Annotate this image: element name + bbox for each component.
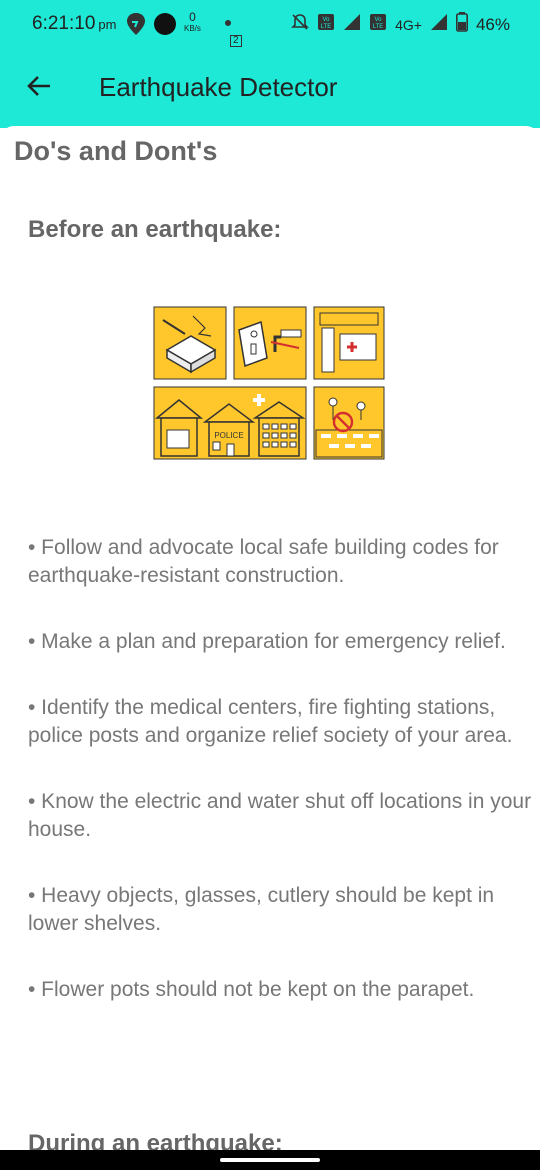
svg-text:Vo: Vo bbox=[375, 17, 383, 23]
status-right: Vo LTE Vo LTE 4G+ 46% bbox=[291, 12, 510, 37]
police-label: POLICE bbox=[214, 431, 243, 440]
no-flowerpot-parapet-icon bbox=[313, 386, 385, 460]
switch-tap-icon bbox=[233, 306, 307, 380]
app-title: Earthquake Detector bbox=[99, 72, 338, 102]
status-time-ampm: pm bbox=[98, 17, 117, 32]
swiggy-icon bbox=[125, 12, 147, 41]
list-item: • Heavy objects, glasses, cutlery should… bbox=[28, 884, 495, 935]
app-bar: Earthquake Detector bbox=[0, 48, 540, 128]
status-time: 6:21:10 pm bbox=[32, 13, 116, 35]
section-title: Do's and Dont's bbox=[14, 136, 218, 166]
status-bar: 6:21:10 pm 0 KB/s 2 Vo LTE Vo LTE 4G+ 46% bbox=[0, 0, 540, 48]
back-button[interactable] bbox=[22, 68, 58, 104]
home-gesture-handle[interactable] bbox=[220, 1158, 320, 1162]
svg-text:Vo: Vo bbox=[323, 17, 331, 23]
network-speed-value: 0 bbox=[189, 10, 196, 24]
emergency-services-icon: POLICE bbox=[153, 386, 307, 460]
dot-icon bbox=[225, 20, 231, 26]
before-earthquake-heading: Before an earthquake: bbox=[28, 216, 282, 243]
battery-icon bbox=[455, 12, 468, 37]
navigation-bar bbox=[0, 1150, 540, 1170]
first-aid-cabinet-icon bbox=[313, 306, 385, 380]
svg-text:LTE: LTE bbox=[373, 24, 384, 30]
signal-icon bbox=[343, 13, 361, 36]
network-speed-unit: KB/s bbox=[184, 24, 201, 33]
list-item: • Know the electric and water shut off l… bbox=[28, 790, 532, 841]
trowel-brick-icon bbox=[153, 306, 227, 380]
notification-count: 2 bbox=[230, 35, 242, 47]
battery-level: 46% bbox=[475, 14, 510, 34]
svg-text:LTE: LTE bbox=[321, 24, 332, 30]
list-item: • Identify the medical centers, fire fig… bbox=[28, 696, 513, 747]
during-earthquake-heading: During an earthquake: bbox=[28, 1130, 283, 1150]
notification-dot-icon bbox=[154, 13, 176, 35]
signal-icon-2 bbox=[430, 13, 448, 36]
bullet-list: • Follow and advocate local safe buildin… bbox=[28, 534, 533, 1042]
volte-icon: Vo LTE bbox=[317, 13, 335, 36]
status-time-value: 6:21:10 bbox=[32, 13, 96, 34]
volte-icon-2: Vo LTE bbox=[369, 13, 387, 36]
list-item: • Follow and advocate local safe buildin… bbox=[28, 536, 499, 587]
list-item: • Make a plan and preparation for emerge… bbox=[28, 630, 506, 653]
preparedness-illustration: POLICE bbox=[153, 306, 385, 462]
list-item: • Flower pots should not be kept on the … bbox=[28, 978, 475, 1001]
network-speed: 0 KB/s bbox=[184, 10, 201, 34]
arrow-back-icon bbox=[27, 76, 50, 96]
content-card[interactable]: Do's and Dont's Before an earthquake: PO… bbox=[0, 126, 540, 1150]
silent-bell-icon bbox=[291, 13, 310, 36]
network-type: 4G+ bbox=[395, 16, 422, 33]
